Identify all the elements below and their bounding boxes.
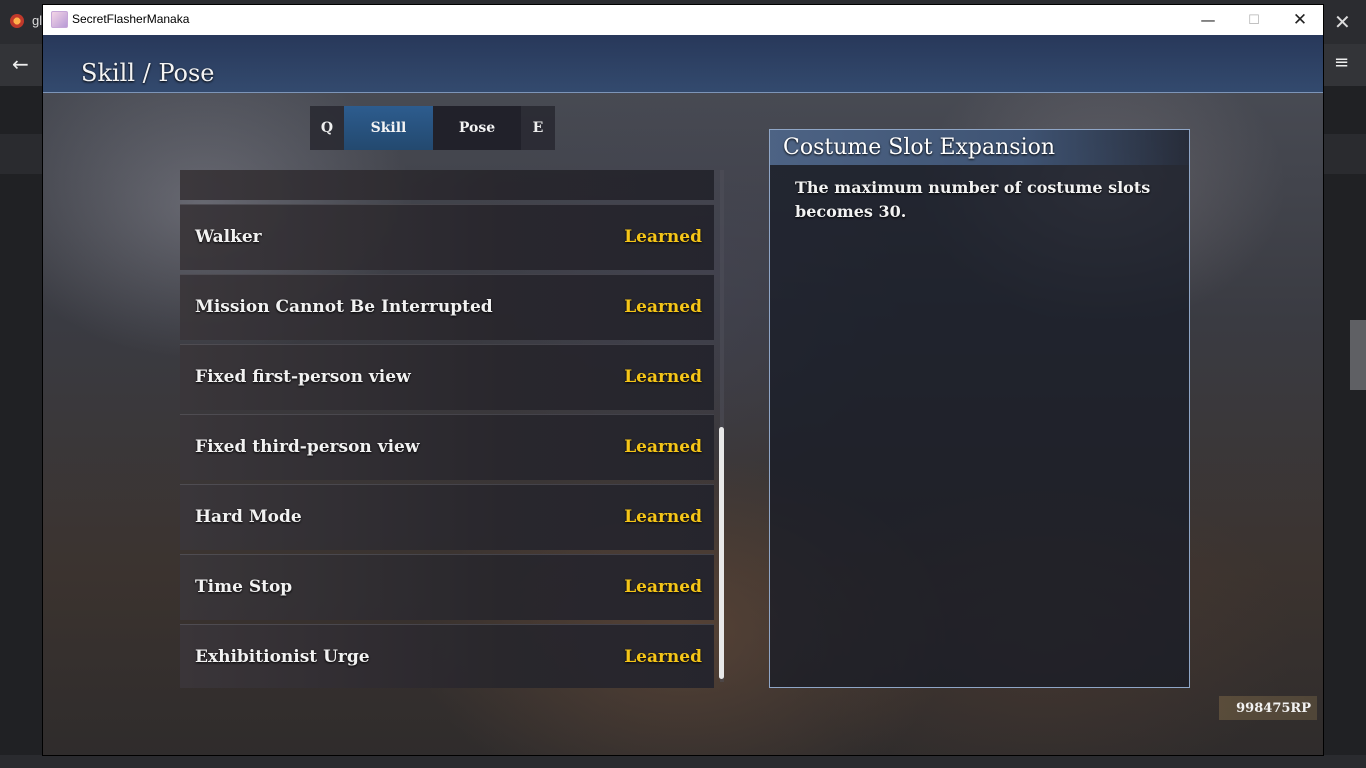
detail-description: The maximum number of costume slots beco… [795, 178, 1151, 221]
skill-row[interactable]: Exhibitionist Urge Learned [180, 624, 714, 688]
app-icon [51, 11, 68, 28]
browser-close-icon[interactable]: ✕ [1334, 10, 1351, 34]
skill-status: Learned [624, 577, 702, 597]
points-display: 998475RP [1219, 696, 1317, 720]
skill-row-clipped[interactable] [180, 170, 714, 200]
detail-title: Costume Slot Expansion [783, 135, 1056, 160]
skill-name: Hard Mode [195, 507, 302, 527]
skill-row[interactable]: Fixed first-person view Learned [180, 344, 714, 410]
browser-scrollbar[interactable] [1350, 320, 1366, 390]
skill-name: Time Stop [195, 577, 293, 597]
close-button[interactable]: ✕ [1277, 5, 1323, 35]
skill-status: Learned [624, 297, 702, 317]
browser-back-icon[interactable]: ← [12, 52, 29, 76]
game-window: SecretFlasherManaka — ☐ ✕ Skill / Pose Q… [43, 5, 1323, 755]
skill-row[interactable]: Walker Learned [180, 204, 714, 270]
tab-skill[interactable]: Skill [344, 106, 433, 150]
tab-pose[interactable]: Pose [433, 106, 521, 150]
game-screen: Skill / Pose Q Skill Pose E Walker Learn… [43, 35, 1323, 755]
detail-header: Costume Slot Expansion [770, 130, 1189, 165]
skill-status: Learned [624, 367, 702, 387]
browser-bottom-bar [0, 755, 1366, 768]
skill-status: Learned [624, 507, 702, 527]
skill-status: Learned [624, 437, 702, 457]
skill-list[interactable]: Walker Learned Mission Cannot Be Interru… [180, 170, 718, 688]
browser-tab-title[interactable]: gl [32, 13, 42, 28]
skill-name: Mission Cannot Be Interrupted [195, 297, 493, 317]
skill-row[interactable]: Mission Cannot Be Interrupted Learned [180, 274, 714, 340]
skill-status: Learned [624, 227, 702, 247]
next-tab-key[interactable]: E [521, 106, 555, 150]
page-title: Skill / Pose [81, 59, 215, 87]
minimize-button[interactable]: — [1185, 5, 1231, 35]
skill-row[interactable]: Time Stop Learned [180, 554, 714, 620]
maximize-button[interactable]: ☐ [1231, 5, 1277, 35]
skill-name: Fixed first-person view [195, 367, 411, 387]
window-titlebar[interactable]: SecretFlasherManaka — ☐ ✕ [43, 5, 1323, 35]
skill-name: Exhibitionist Urge [195, 647, 370, 667]
skill-row[interactable]: Hard Mode Learned [180, 484, 714, 550]
browser-favicon-icon [10, 14, 24, 28]
skill-status: Learned [624, 647, 702, 667]
skill-name: Walker [195, 227, 262, 247]
skill-detail-panel: Costume Slot Expansion The maximum numbe… [769, 129, 1190, 688]
page-header: Skill / Pose [43, 35, 1323, 93]
browser-menu-icon[interactable]: ≡ [1334, 52, 1349, 73]
skill-row[interactable]: Fixed third-person view Learned [180, 414, 714, 480]
window-title: SecretFlasherManaka [72, 12, 190, 26]
skill-list-scrollbar-thumb[interactable] [719, 427, 724, 679]
skill-name: Fixed third-person view [195, 437, 420, 457]
prev-tab-key[interactable]: Q [310, 106, 344, 150]
